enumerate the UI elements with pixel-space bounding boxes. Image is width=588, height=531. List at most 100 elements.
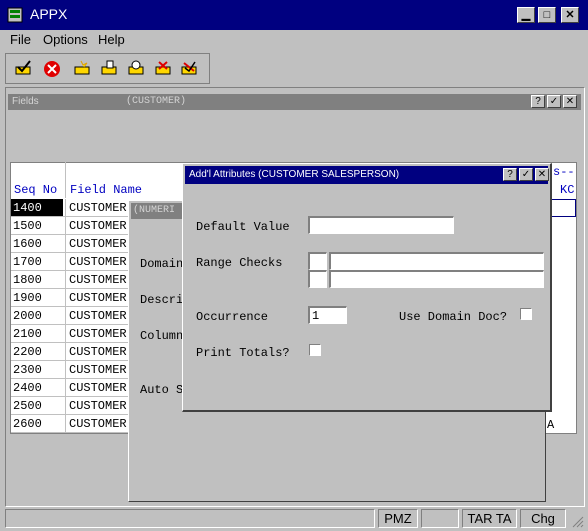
- seq-no-cell[interactable]: 2100: [13, 327, 65, 341]
- field-name-cell[interactable]: CUSTOMER: [69, 327, 127, 341]
- resize-grip-icon[interactable]: [570, 514, 584, 528]
- help-icon[interactable]: ?: [531, 95, 545, 108]
- fields-window-subtitle: (CUSTOMER): [126, 96, 187, 107]
- table-row[interactable]: 1400 CUSTOMER: [11, 199, 129, 217]
- col-header-seq: Seq No: [14, 183, 58, 197]
- row-divider: [65, 271, 66, 289]
- status-cell-pmz: PMZ: [378, 509, 418, 528]
- field-name-cell[interactable]: CUSTOMER: [69, 399, 127, 413]
- table-row[interactable]: 2500 CUSTOMER: [11, 397, 129, 415]
- seq-no-cell[interactable]: 2300: [13, 363, 65, 377]
- field-name-cell[interactable]: CUSTOMER: [69, 417, 127, 431]
- field-name-cell[interactable]: CUSTOMER: [69, 201, 127, 215]
- change-icon[interactable]: [100, 60, 120, 78]
- dialog-title: Add'l Attributes (CUSTOMER SALESPERSON): [189, 169, 400, 180]
- addl-attributes-dialog: Add'l Attributes (CUSTOMER SALESPERSON) …: [182, 163, 552, 412]
- field-name-cell[interactable]: CUSTOMER: [69, 237, 127, 251]
- table-row[interactable]: 1600 CUSTOMER: [11, 235, 129, 253]
- field-name-cell[interactable]: CUSTOMER: [69, 291, 127, 305]
- use-domain-doc-label: Use Domain Doc?: [399, 310, 508, 324]
- row-divider: [65, 235, 66, 253]
- table-row[interactable]: 1700 CUSTOMER: [11, 253, 129, 271]
- table-row[interactable]: 1800 CUSTOMER: [11, 271, 129, 289]
- menubar: File Options Help: [0, 30, 588, 50]
- print-totals-label: Print Totals?: [196, 346, 290, 360]
- field-name-cell[interactable]: CUSTOMER: [69, 219, 127, 233]
- add-icon[interactable]: [73, 60, 93, 78]
- occurrence-input[interactable]: [308, 306, 347, 324]
- range-checks-label: Range Checks: [196, 256, 283, 270]
- table-row[interactable]: 1500 CUSTOMER: [11, 217, 129, 235]
- dialog-help-icon[interactable]: ?: [503, 168, 517, 181]
- menu-options[interactable]: Options: [43, 32, 88, 47]
- field-name-cell[interactable]: CUSTOMER: [69, 309, 127, 323]
- table-row[interactable]: 2200 CUSTOMER: [11, 343, 129, 361]
- range-check-op-1[interactable]: [308, 252, 327, 270]
- status-cell-tarta: TAR TA: [462, 509, 517, 528]
- delete-icon[interactable]: [154, 60, 174, 78]
- close-button[interactable]: ✕: [561, 7, 579, 23]
- seq-no-cell[interactable]: 1900: [13, 291, 65, 305]
- col-header-field: Field Name: [70, 183, 143, 197]
- table-row[interactable]: 2600 CUSTOMER: [11, 415, 129, 433]
- cancel-x-icon[interactable]: [42, 60, 62, 78]
- status-cell-chg: Chg: [520, 509, 566, 528]
- dialog-titlebar: Add'l Attributes (CUSTOMER SALESPERSON) …: [185, 166, 549, 184]
- row-divider: [65, 343, 66, 361]
- field-name-cell[interactable]: CUSTOMER: [69, 381, 127, 395]
- col-header-right-bottom: KC: [560, 183, 575, 197]
- seq-no-cell[interactable]: 2200: [13, 345, 65, 359]
- appx-logo-icon: [6, 5, 26, 25]
- seq-no-cell[interactable]: 1600: [13, 237, 65, 251]
- print-totals-checkbox[interactable]: [309, 344, 321, 356]
- use-domain-doc-checkbox[interactable]: [520, 308, 532, 320]
- field-name-cell[interactable]: CUSTOMER: [69, 363, 127, 377]
- status-cell-1: [5, 509, 375, 528]
- table-row[interactable]: 2300 CUSTOMER: [11, 361, 129, 379]
- dialog-close-icon[interactable]: ✕: [535, 168, 549, 181]
- inquire-icon[interactable]: [127, 60, 147, 78]
- menu-file[interactable]: File: [10, 32, 31, 47]
- menu-help[interactable]: Help: [98, 32, 125, 47]
- range-check-value-1[interactable]: [329, 252, 544, 270]
- range-check-op-2[interactable]: [308, 270, 327, 288]
- table-row[interactable]: 1900 CUSTOMER: [11, 289, 129, 307]
- row-divider: [65, 307, 66, 325]
- default-value-input[interactable]: [308, 216, 454, 234]
- seq-no-cell[interactable]: 2000: [13, 309, 65, 323]
- seq-no-cell[interactable]: 2500: [13, 399, 65, 413]
- fields-window-title: Fields: [12, 96, 39, 107]
- seq-no-cell[interactable]: 1700: [13, 255, 65, 269]
- label-column: Column: [140, 329, 184, 343]
- field-name-cell[interactable]: CUSTOMER: [69, 345, 127, 359]
- row-divider: [65, 325, 66, 343]
- table-row[interactable]: 2400 CUSTOMER: [11, 379, 129, 397]
- table-row[interactable]: 2000 CUSTOMER: [11, 307, 129, 325]
- numeric-window-title: (NUMERI: [133, 205, 176, 216]
- row-divider: [65, 397, 66, 415]
- field-name-cell[interactable]: CUSTOMER: [69, 255, 127, 269]
- range-check-value-2[interactable]: [329, 270, 544, 288]
- row-divider: [65, 415, 66, 433]
- maximize-button[interactable]: □: [538, 7, 556, 23]
- enter-check-icon[interactable]: [14, 60, 34, 78]
- row-divider: [65, 217, 66, 235]
- seq-no-cell[interactable]: 2600: [13, 417, 65, 431]
- seq-no-cell[interactable]: 1400: [11, 199, 63, 216]
- ok-check-icon[interactable]: ✓: [547, 95, 561, 108]
- seq-no-cell[interactable]: 1800: [13, 273, 65, 287]
- row-divider: [65, 253, 66, 271]
- minimize-button[interactable]: ▁: [517, 7, 535, 23]
- dialog-ok-icon[interactable]: ✓: [519, 168, 533, 181]
- seq-no-cell[interactable]: 2400: [13, 381, 65, 395]
- table-row[interactable]: 2100 CUSTOMER: [11, 325, 129, 343]
- row-divider: [65, 379, 66, 397]
- row-divider: [65, 289, 66, 307]
- reject-icon[interactable]: [180, 60, 200, 78]
- field-name-cell[interactable]: CUSTOMER: [69, 273, 127, 287]
- toolbar: [5, 53, 210, 84]
- col-header-right-top: s--: [553, 165, 575, 179]
- close-icon[interactable]: ✕: [563, 95, 577, 108]
- status-cell-3: [421, 509, 459, 528]
- seq-no-cell[interactable]: 1500: [13, 219, 65, 233]
